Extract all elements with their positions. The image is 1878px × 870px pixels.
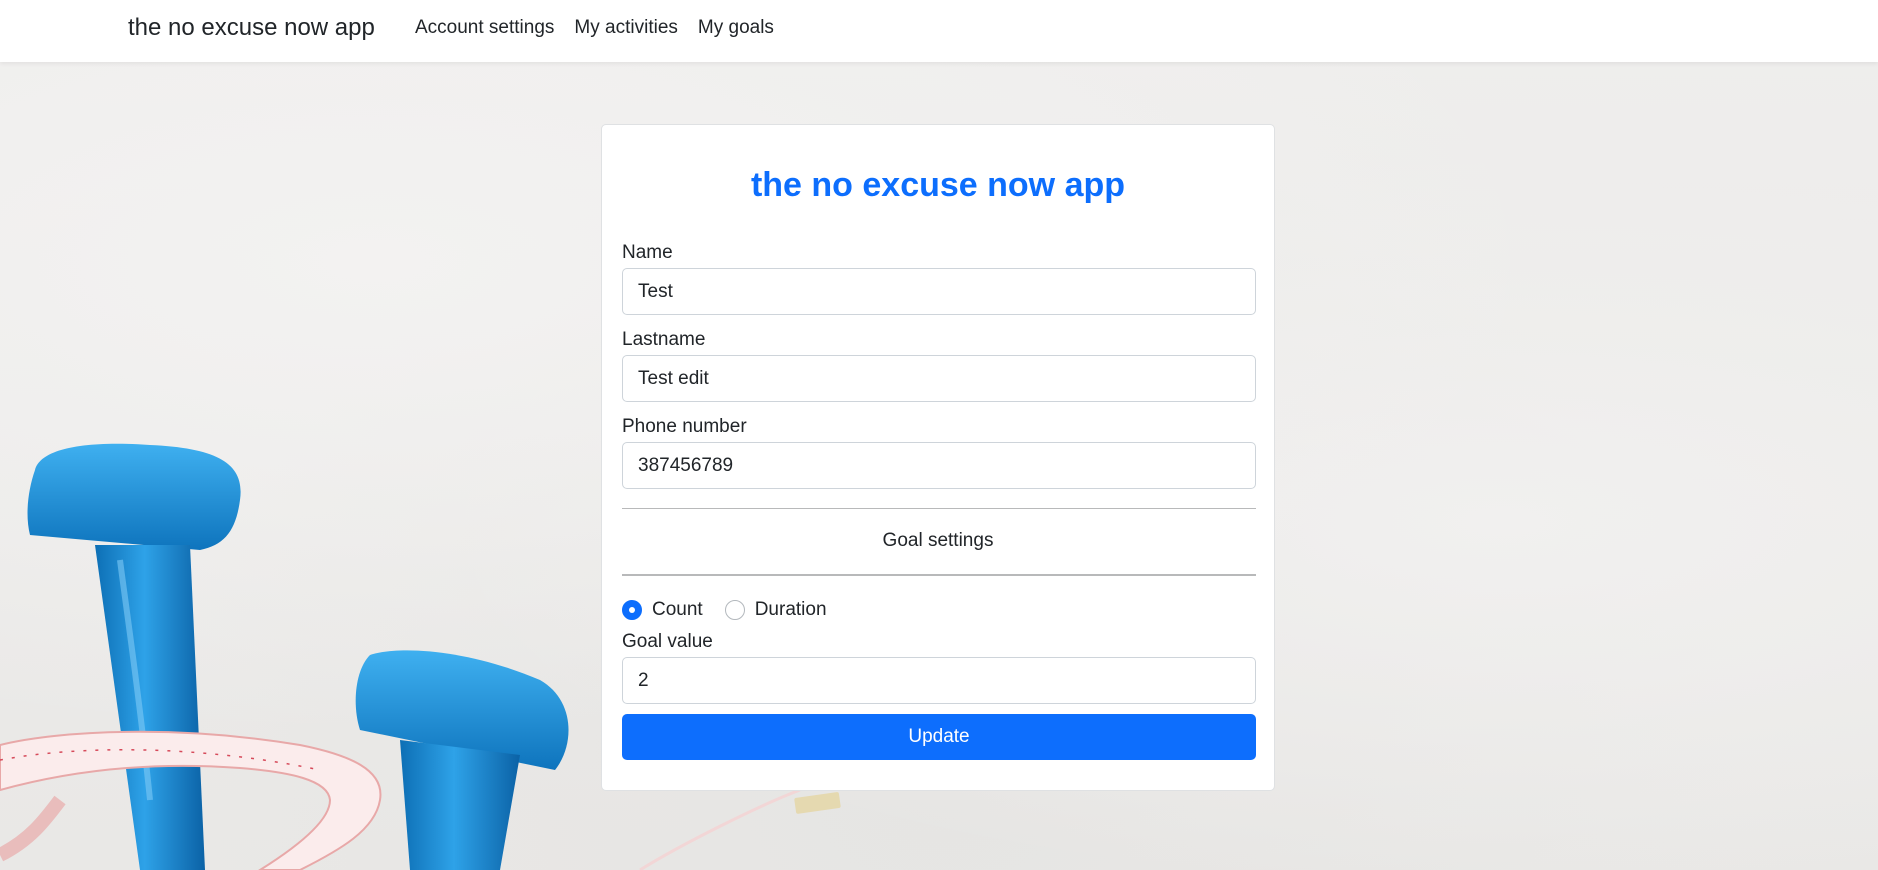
name-input[interactable]: [622, 268, 1256, 315]
goal-value-input[interactable]: [622, 657, 1256, 704]
account-settings-card: the no excuse now app Name Lastname Phon…: [601, 124, 1275, 791]
name-label: Name: [622, 242, 673, 263]
phone-label: Phone number: [622, 416, 747, 437]
goal-settings-heading: Goal settings: [882, 530, 994, 551]
lastname-input[interactable]: [622, 355, 1256, 402]
top-navbar: the no excuse now app Account settings M…: [0, 0, 1878, 62]
duration-radio[interactable]: [724, 600, 745, 620]
duration-radio-label: Duration: [754, 599, 827, 620]
update-button[interactable]: Update: [622, 714, 1256, 760]
phone-input[interactable]: [622, 442, 1256, 489]
small-dumbbell-shape: [355, 650, 569, 870]
divider-bottom: [622, 574, 1256, 576]
divider-top: [622, 508, 1256, 509]
card-title: the no excuse now app: [750, 166, 1126, 204]
nav-links: Account settings My activities My goals: [415, 17, 794, 39]
nav-link-account-settings[interactable]: Account settings: [415, 17, 554, 39]
count-radio-label: Count: [652, 599, 703, 620]
nav-link-my-goals[interactable]: My goals: [698, 17, 774, 39]
radio-option-duration[interactable]: Duration: [724, 599, 827, 621]
radio-option-count[interactable]: Count: [622, 599, 703, 621]
count-radio[interactable]: [622, 600, 642, 620]
lastname-label: Lastname: [622, 329, 706, 350]
goal-value-label: Goal value: [622, 631, 713, 652]
nav-link-my-activities[interactable]: My activities: [574, 17, 677, 39]
brand-link[interactable]: the no excuse now app: [128, 14, 375, 42]
goal-type-radio-group: Count Duration: [622, 599, 849, 621]
